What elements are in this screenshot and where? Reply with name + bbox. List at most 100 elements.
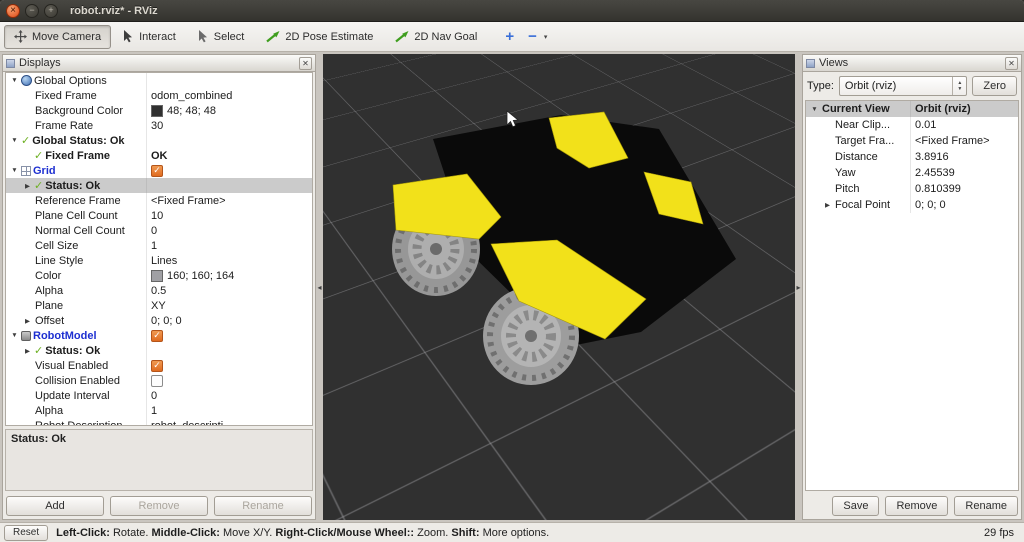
tree-row-fixed-frame[interactable]: Fixed Frameodom_combined — [6, 88, 312, 103]
tree-row-frame-rate[interactable]: Frame Rate30 — [6, 118, 312, 133]
tree-row-robot-description[interactable]: Robot Descriptionrobot_descripti — [6, 418, 312, 426]
add-tool-button[interactable]: + — [499, 25, 520, 49]
expander-open-icon[interactable]: ▼ — [9, 77, 20, 84]
collapse-left-icon[interactable]: ◂ — [317, 283, 321, 292]
expander-closed-icon[interactable]: ▶ — [822, 201, 833, 209]
tree-row-pitch[interactable]: Pitch0.810399 — [806, 181, 1018, 197]
tree-value-cell[interactable]: 3.8916 — [910, 149, 1018, 165]
checkbox-checked[interactable]: ✓ — [151, 330, 163, 342]
tree-value-cell[interactable] — [146, 178, 312, 193]
tree-row-background-color[interactable]: Background Color48; 48; 48 — [6, 103, 312, 118]
2d-pose-estimate-button[interactable]: 2D Pose Estimate — [256, 25, 383, 49]
tree-value-cell[interactable]: XY — [146, 298, 312, 313]
checkbox-checked[interactable]: ✓ — [151, 165, 163, 177]
tree-row-alpha[interactable]: Alpha0.5 — [6, 283, 312, 298]
tree-row-offset[interactable]: ▶Offset0; 0; 0 — [6, 313, 312, 328]
tree-row-visual-enabled[interactable]: Visual Enabled✓ — [6, 358, 312, 373]
checkbox-unchecked[interactable] — [151, 375, 163, 387]
expander-open-icon[interactable]: ▼ — [9, 137, 20, 144]
tree-row-global-status-ok[interactable]: ▼✓Global Status: Ok — [6, 133, 312, 148]
close-panel-icon[interactable]: ✕ — [299, 57, 312, 70]
tree-row-target-fra[interactable]: Target Fra...<Fixed Frame> — [806, 133, 1018, 149]
tree-row-yaw[interactable]: Yaw2.45539 — [806, 165, 1018, 181]
tree-row-global-options[interactable]: ▼Global Options — [6, 73, 312, 88]
tree-value-cell[interactable]: Orbit (rviz) — [910, 101, 1018, 117]
move-camera-button[interactable]: Move Camera — [4, 25, 111, 49]
tree-value-cell[interactable]: 0; 0; 0 — [910, 197, 1018, 213]
rename-button[interactable]: Rename — [214, 496, 312, 516]
checkbox-checked[interactable]: ✓ — [151, 360, 163, 372]
tree-value-cell[interactable]: OK — [146, 148, 312, 163]
expander-closed-icon[interactable]: ▶ — [22, 347, 33, 355]
remove-tool-button[interactable]: −▾ — [522, 25, 553, 49]
tree-value-cell[interactable]: robot_descripti — [146, 418, 312, 426]
tree-value-cell[interactable]: 0 — [146, 388, 312, 403]
tree-value-cell[interactable]: 0 — [146, 223, 312, 238]
tree-value-cell[interactable]: 30 — [146, 118, 312, 133]
tree-value-cell[interactable]: 2.45539 — [910, 165, 1018, 181]
tree-row-update-interval[interactable]: Update Interval0 — [6, 388, 312, 403]
tree-value-cell[interactable]: 10 — [146, 208, 312, 223]
expander-closed-icon[interactable]: ▶ — [22, 182, 33, 190]
tree-row-status-ok[interactable]: ▶✓Status: Ok — [6, 343, 312, 358]
right-splitter[interactable]: ▸ — [795, 54, 802, 520]
tree-value-cell[interactable] — [146, 133, 312, 148]
tree-row-focal-point[interactable]: ▶Focal Point0; 0; 0 — [806, 197, 1018, 213]
tree-row-line-style[interactable]: Line StyleLines — [6, 253, 312, 268]
save-button[interactable]: Save — [832, 496, 879, 516]
tree-row-current-view[interactable]: ▼Current ViewOrbit (rviz) — [806, 101, 1018, 117]
3d-viewport[interactable] — [323, 54, 795, 520]
color-swatch[interactable] — [151, 105, 163, 117]
tree-value-cell[interactable]: 48; 48; 48 — [146, 103, 312, 118]
tree-value-cell[interactable]: 0; 0; 0 — [146, 313, 312, 328]
views-panel-header[interactable]: Views ✕ — [803, 55, 1021, 72]
tree-row-grid[interactable]: ▼Grid✓ — [6, 163, 312, 178]
tree-value-cell[interactable]: <Fixed Frame> — [146, 193, 312, 208]
tree-value-cell[interactable]: 1 — [146, 238, 312, 253]
tree-row-cell-size[interactable]: Cell Size1 — [6, 238, 312, 253]
expander-open-icon[interactable]: ▼ — [809, 106, 820, 113]
tree-row-reference-frame[interactable]: Reference Frame<Fixed Frame> — [6, 193, 312, 208]
tree-row-fixed-frame[interactable]: ✓Fixed FrameOK — [6, 148, 312, 163]
remove-button[interactable]: Remove — [110, 496, 208, 516]
color-swatch[interactable] — [151, 270, 163, 282]
tree-row-robotmodel[interactable]: ▼RobotModel✓ — [6, 328, 312, 343]
titlebar[interactable]: × − + robot.rviz* - RViz — [0, 0, 1024, 22]
tree-value-cell[interactable]: ✓ — [146, 163, 312, 178]
select-button[interactable]: Select — [188, 25, 255, 49]
tree-row-near-clip[interactable]: Near Clip...0.01 — [806, 117, 1018, 133]
left-splitter[interactable]: ◂ — [316, 54, 323, 520]
tree-value-cell[interactable]: ✓ — [146, 358, 312, 373]
tree-value-cell[interactable]: odom_combined — [146, 88, 312, 103]
tree-value-cell[interactable] — [146, 373, 312, 388]
close-panel-icon[interactable]: ✕ — [1005, 57, 1018, 70]
interact-button[interactable]: Interact — [113, 25, 186, 49]
tree-row-alpha[interactable]: Alpha1 — [6, 403, 312, 418]
expander-open-icon[interactable]: ▼ — [9, 167, 20, 174]
tree-row-plane-cell-count[interactable]: Plane Cell Count10 — [6, 208, 312, 223]
zero-button[interactable]: Zero — [972, 76, 1017, 96]
tree-value-cell[interactable]: 1 — [146, 403, 312, 418]
tree-row-color[interactable]: Color160; 160; 164 — [6, 268, 312, 283]
tree-row-status-ok[interactable]: ▶✓Status: Ok — [6, 178, 312, 193]
expander-closed-icon[interactable]: ▶ — [22, 317, 33, 325]
tree-value-cell[interactable]: 0.810399 — [910, 181, 1018, 197]
tree-value-cell[interactable]: 0.01 — [910, 117, 1018, 133]
tree-value-cell[interactable]: 160; 160; 164 — [146, 268, 312, 283]
tree-row-collision-enabled[interactable]: Collision Enabled — [6, 373, 312, 388]
combo-spinner-icon[interactable]: ▲▼ — [952, 77, 966, 95]
tree-value-cell[interactable]: <Fixed Frame> — [910, 133, 1018, 149]
collapse-right-icon[interactable]: ▸ — [796, 283, 800, 292]
remove-button[interactable]: Remove — [885, 496, 948, 516]
2d-nav-goal-button[interactable]: 2D Nav Goal — [385, 25, 487, 49]
add-button[interactable]: Add — [6, 496, 104, 516]
displays-panel-header[interactable]: Displays ✕ — [3, 55, 315, 72]
maximize-window-button[interactable]: + — [44, 4, 58, 18]
tree-value-cell[interactable]: ✓ — [146, 328, 312, 343]
tree-value-cell[interactable]: 0.5 — [146, 283, 312, 298]
tree-row-distance[interactable]: Distance3.8916 — [806, 149, 1018, 165]
rename-button[interactable]: Rename — [954, 496, 1018, 516]
minimize-window-button[interactable]: − — [25, 4, 39, 18]
tree-row-plane[interactable]: PlaneXY — [6, 298, 312, 313]
expander-open-icon[interactable]: ▼ — [9, 332, 20, 339]
